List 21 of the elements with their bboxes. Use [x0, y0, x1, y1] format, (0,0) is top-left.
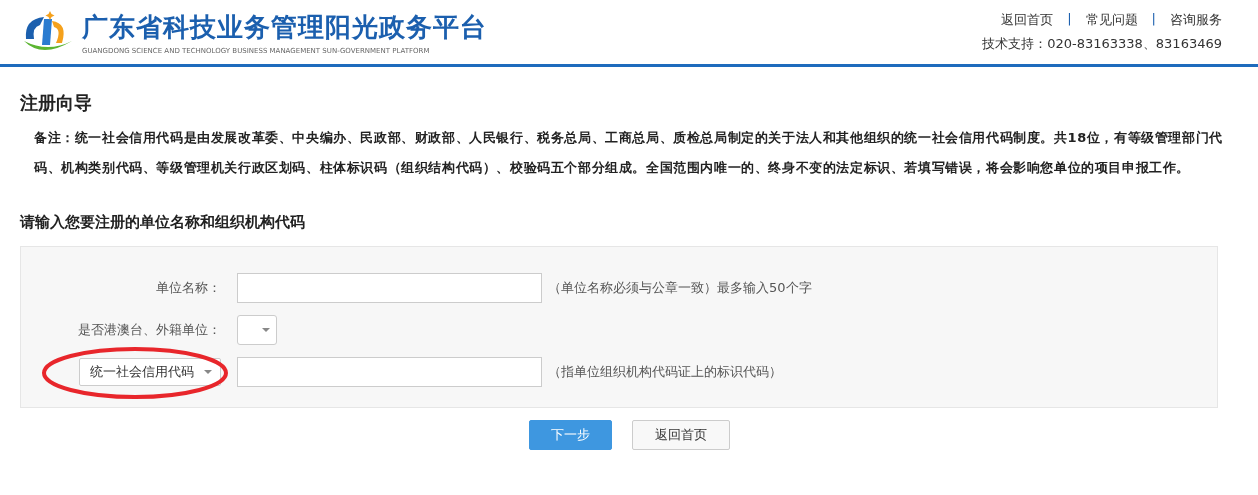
link-separator: | [1151, 11, 1156, 28]
input-field[interactable] [237, 273, 542, 303]
back-button[interactable]: 返回首页 [631, 420, 730, 450]
header-link[interactable]: 常见问题 [1085, 11, 1138, 29]
caret-icon [204, 370, 212, 374]
page-title: 注册向导 [20, 91, 93, 115]
input-field[interactable] [237, 357, 542, 387]
caret-icon [262, 328, 270, 332]
header-link[interactable]: 咨询服务 [1170, 11, 1222, 29]
field-label: 单位名称： [155, 279, 221, 297]
field-hint: （单位名称必须与公章一致）最多输入50个字 [548, 279, 812, 297]
field-hint: （指单位组织机构代码证上的标识代码） [548, 363, 782, 381]
support-phone: 技术支持：020-83163338、83163469 [982, 35, 1222, 53]
section-title: 请输入您要注册的单位名称和组织机构代码 [20, 213, 306, 232]
field-label: 是否港澳台、外籍单位： [77, 321, 221, 339]
site-title: 广东省科技业务管理阳光政务平台 [82, 10, 487, 44]
note-text: 备注：统一社会信用代码是由发展改革委、中央编办、民政部、财政部、人民银行、税务总局、工商总局、质检总局制定的关于法人和其他组织的统一社会信用代码制度。共18位，有等级管理部门代码、机构类别代码、等级管理机关行政区划码、柱体标识码（组织结构代码）、校验码五个部分组成。全国范围内唯一的、终身不变的法定标识、若填写错误，将会影响您单位的项目申报工作。 [34, 129, 1224, 177]
code-type-select[interactable]: 统一社会信用代码 [79, 358, 221, 386]
link-separator: | [1067, 11, 1072, 28]
select-field[interactable] [237, 315, 277, 345]
header-link[interactable]: 返回首页 [1001, 11, 1054, 29]
